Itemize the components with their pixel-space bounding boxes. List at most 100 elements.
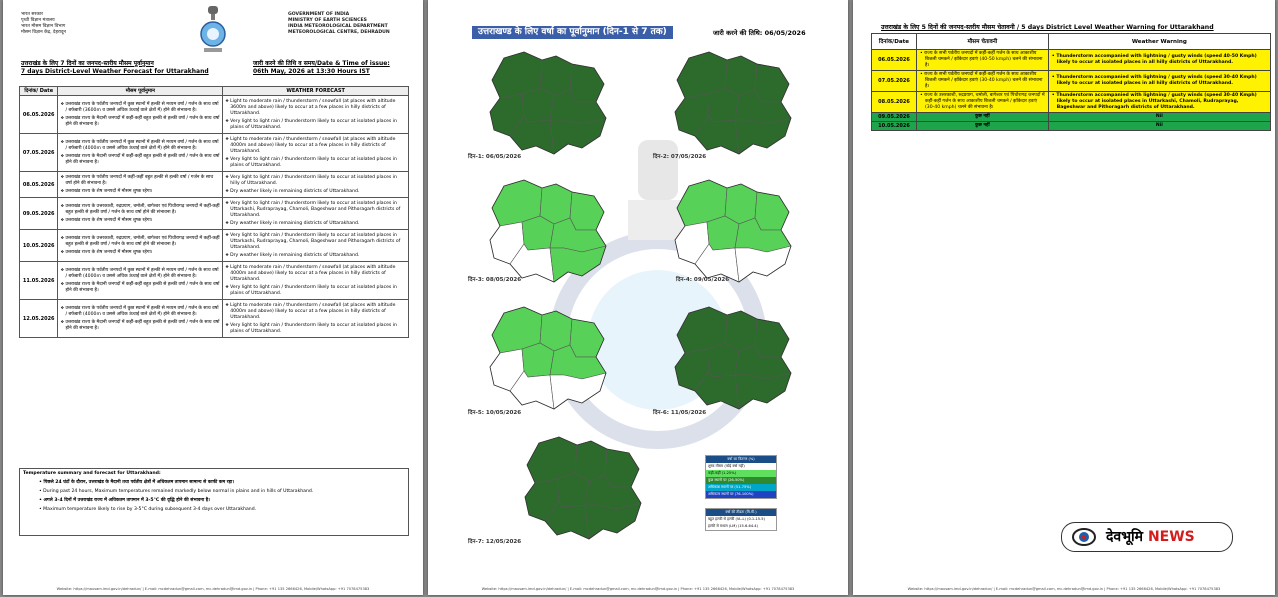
col-hindi-forecast: मौसम पूर्वानुमान: [57, 86, 224, 96]
map-day-label: दिन-3: 08/05/2026: [468, 277, 522, 283]
district-map: [674, 51, 792, 155]
district-region: [549, 245, 607, 283]
district-region: [706, 342, 740, 378]
hindi-forecast-cell: उत्तराखंड राज्य के पर्वतीय जनपदों में कु…: [57, 299, 224, 338]
district-region: [549, 117, 607, 155]
district-region: [706, 215, 740, 251]
forecast-item: उत्तराखंड राज्य के शेष जनपदों में मौसम श…: [60, 188, 220, 195]
district-region: [521, 87, 555, 123]
forecast-item: उत्तराखंड राज्य के मैदानी जनपदों में कही…: [60, 115, 220, 128]
district-region: [521, 215, 555, 251]
english-forecast-cell: Light to moderate rain / thunderstorm / …: [222, 261, 409, 300]
forecast-item: उत्तराखंड राज्य के पर्वतीय जनपदों में कु…: [60, 267, 220, 280]
legend-item: बहुत हल्की से हल्की (VL-L) (0.1-15.5): [708, 517, 765, 521]
table-row: 10.05.2026 कुछ नहीं Nil: [871, 121, 1272, 131]
page-footer: Website: https://mausam.imd.gov.in/dehra…: [907, 587, 1221, 591]
district-map: [524, 436, 642, 540]
hindi-warning-cell: कुछ नहीं: [916, 121, 1049, 131]
map-day-label: दिन-1: 06/05/2026: [468, 154, 522, 160]
english-warning-cell: Thunderstorm accompanied with lightning …: [1047, 91, 1272, 113]
date-cell: 08.05.2026: [18, 171, 59, 198]
legend-item: हल्की से मध्यम (LM) (15.6-64.4): [708, 524, 758, 528]
district-map: [674, 306, 792, 410]
forecast-item: उत्तराखंड राज्य के मैदानी जनपदों में कही…: [60, 319, 220, 332]
forecast-item: उत्तराखंड राज्य के शेष जनपदों में मौसम श…: [60, 249, 220, 256]
forecast-item: Very light to light rain / thunderstorm …: [225, 156, 406, 169]
col-date: दिनांक/Date: [871, 33, 917, 50]
legend-item: अधिकांश स्थानों पर (51-75%): [706, 484, 776, 491]
forecast-item: उत्तराखंड राज्य के शेष जनपदों में मौसम श…: [60, 217, 220, 224]
forecast-item: Light to moderate rain / thunderstorm / …: [225, 264, 406, 283]
hindi-warning-cell: राज्य के सभी पर्वतीय जनपदों में कहीं-कही…: [916, 70, 1049, 92]
map-day-label: दिन-2: 07/05/2026: [653, 154, 707, 160]
warning-item: राज्य के सभी पर्वतीय जनपदों में कहीं-कही…: [920, 51, 1045, 69]
summary-item: पिछले 24 घंटों के दौरान, उत्तराखंड के मै…: [23, 480, 405, 486]
issue-label: जारी करने की तिथि व समय/Date & Time of i…: [253, 60, 390, 67]
hindi-forecast-cell: उत्तराखंड राज्य के उत्तरकाशी, रुद्रप्रया…: [57, 229, 224, 262]
table-row: 09.05.2026 कुछ नहीं Nil: [871, 112, 1272, 122]
forecast-item: Light to moderate rain / thunderstorm / …: [225, 136, 406, 155]
english-warning-cell: Thunderstorm accompanied with lightning …: [1047, 49, 1272, 71]
warning-page: उत्तराखंड के लिए 5 दिनों की जनपद-स्तरीय …: [853, 0, 1275, 595]
issue-info: जारी करने की तिथि व समय/Date & Time of i…: [253, 60, 413, 76]
hindi-forecast-cell: उत्तराखंड राज्य के पर्वतीय जनपदों में कु…: [57, 95, 224, 134]
forecast-item: Very light to light rain / thunderstorm …: [225, 174, 406, 187]
district-region: [556, 472, 590, 508]
warning-item: Thunderstorm accompanied with lightning …: [1052, 75, 1267, 87]
forecast-item: Dry weather likely in remaining district…: [225, 252, 406, 259]
summary-title: Temperature summary and forecast for Utt…: [23, 471, 161, 476]
forecast-item: Very light to light rain / thunderstorm …: [225, 232, 406, 251]
district-region: [549, 372, 607, 410]
table-row: 12.05.2026उत्तराखंड राज्य के पर्वतीय जनप…: [18, 299, 409, 338]
english-forecast-cell: Very light to light rain / thunderstorm …: [222, 171, 409, 198]
forecast-item: उत्तराखंड राज्य के उत्तरकाशी, रुद्रप्रया…: [60, 235, 220, 248]
date-cell: 08.05.2026: [871, 91, 917, 113]
date-cell: 09.05.2026: [871, 112, 917, 122]
header-hindi: भारत सरकार पृथ्वी विज्ञान मंत्रालय भारत …: [21, 12, 126, 36]
header-english: GOVERNMENT OF INDIA MINISTRY OF EARTH SC…: [288, 12, 418, 36]
table-row: 11.05.2026उत्तराखंड राज्य के पर्वतीय जनप…: [18, 261, 409, 300]
imd-emblem-icon: [200, 6, 226, 52]
forecast-item: Very light to light rain / thunderstorm …: [225, 118, 406, 131]
date-cell: 10.05.2026: [871, 121, 917, 131]
hindi-warning-cell: राज्य के उत्तरकाशी, रुद्रप्रयाग, चमोली, …: [916, 91, 1049, 113]
table-row: 06.05.2026उत्तराखंड राज्य के पर्वतीय जनप…: [18, 95, 409, 134]
forecast-item: Light to moderate rain / thunderstorm / …: [225, 98, 406, 117]
district-map: [489, 306, 607, 410]
district-region: [706, 87, 740, 123]
forecast-page: भारत सरकार पृथ्वी विज्ञान मंत्रालय भारत …: [3, 0, 423, 595]
district-region: [734, 372, 792, 410]
date-cell: 11.05.2026: [18, 261, 59, 300]
page-footer: Website: https://mausam.imd.gov.in/dehra…: [56, 587, 370, 591]
date-cell: 06.05.2026: [871, 49, 917, 71]
date-cell: 07.05.2026: [18, 133, 59, 172]
forecast-item: Very light to light rain / thunderstorm …: [225, 200, 406, 219]
date-cell: 06.05.2026: [18, 95, 59, 134]
warning-table: दिनांक/Date मौसम चेतावनी Weather Warning…: [871, 33, 1272, 131]
district-map: [674, 179, 792, 283]
date-cell: 09.05.2026: [18, 197, 59, 230]
forecast-item: Light to moderate rain / thunderstorm / …: [225, 302, 406, 321]
date-cell: 10.05.2026: [18, 229, 59, 262]
warning-item: राज्य के सभी पर्वतीय जनपदों में कहीं-कही…: [920, 72, 1045, 90]
title-english: 7 days District-Level Weather Forecast f…: [21, 68, 209, 75]
table-row: 08.05.2026 राज्य के उत्तरकाशी, रुद्रप्रय…: [871, 91, 1272, 113]
legend-item: कुछ स्थानों पर (26-50%): [706, 477, 776, 484]
header-line: मौसम विज्ञान केंद्र, देहरादून: [21, 30, 66, 35]
forecast-item: उत्तराखंड राज्य के उत्तरकाशी, रुद्रप्रया…: [60, 203, 220, 216]
map-day-label: दिन-4: 09/05/2026: [676, 277, 730, 283]
table-row: 06.05.2026 राज्य के सभी पर्वतीय जनपदों म…: [871, 49, 1272, 71]
warning-item: Thunderstorm accompanied with lightning …: [1052, 93, 1267, 111]
forecast-title: उत्तराखंड के लिए 7 दिनों का जनपद-स्तरीय …: [21, 60, 231, 76]
forecast-item: उत्तराखंड राज्य के पर्वतीय जनपदों में कु…: [60, 305, 220, 318]
eye-icon: [1072, 528, 1096, 546]
logo-news: NEWS: [1147, 529, 1195, 545]
hindi-forecast-cell: उत्तराखंड राज्य के पर्वतीय जनपदों में कु…: [57, 261, 224, 300]
district-region: [734, 245, 792, 283]
english-forecast-cell: Light to moderate rain / thunderstorm / …: [222, 299, 409, 338]
map-day-label: दिन-7: 12/05/2026: [468, 539, 522, 545]
english-forecast-cell: Very light to light rain / thunderstorm …: [222, 229, 409, 262]
forecast-item: उत्तराखंड राज्य के पर्वतीय जनपदों में कह…: [60, 174, 220, 187]
warning-item: राज्य के उत्तरकाशी, रुद्रप्रयाग, चमोली, …: [920, 93, 1045, 111]
hindi-forecast-cell: उत्तराखंड राज्य के पर्वतीय जनपदों में कु…: [57, 133, 224, 172]
